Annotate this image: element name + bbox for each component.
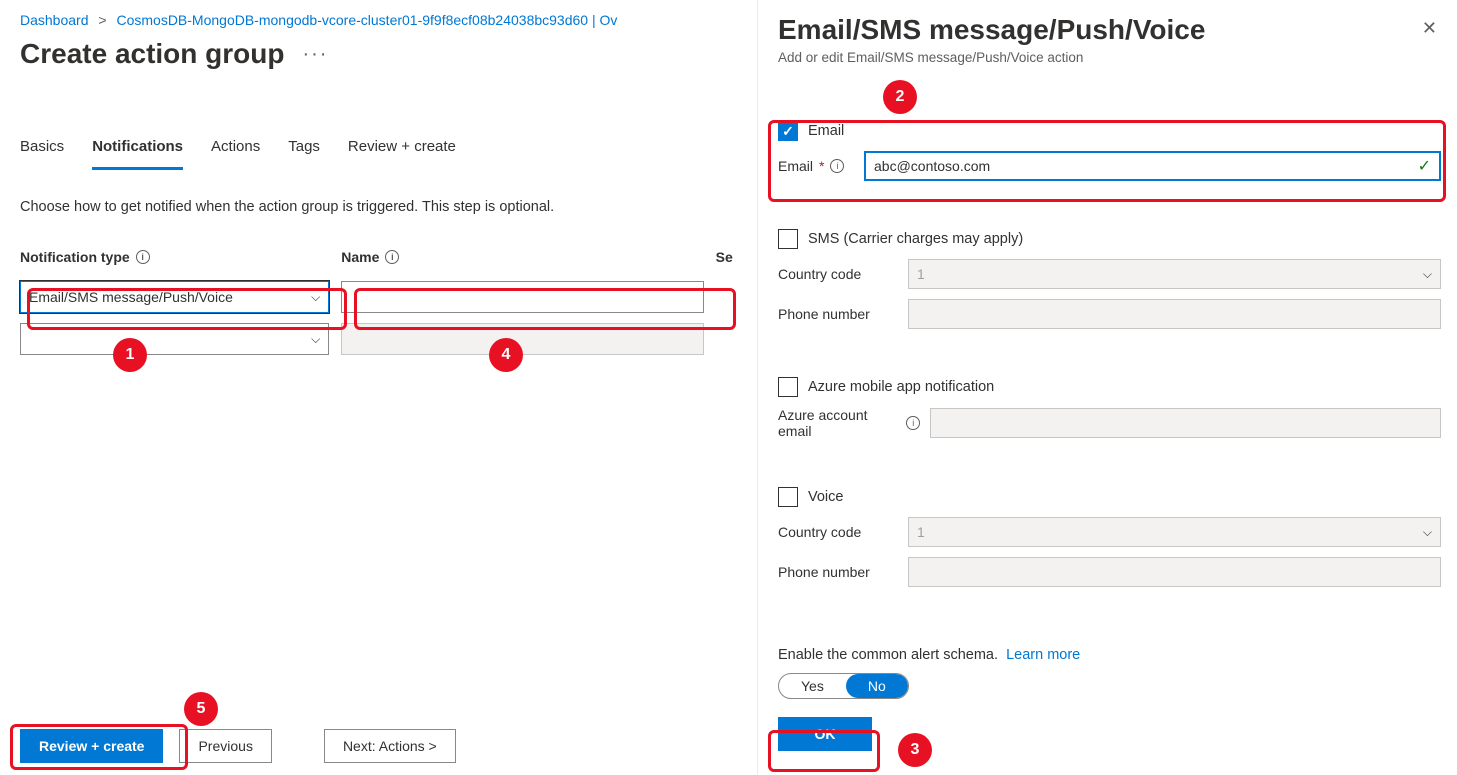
chevron-down-icon: ⌵ bbox=[1423, 267, 1432, 282]
notification-type-dropdown-2[interactable]: ⌵ bbox=[20, 323, 329, 355]
tab-tags[interactable]: Tags bbox=[288, 130, 320, 170]
schema-toggle[interactable]: Yes No bbox=[778, 673, 909, 699]
panel-title: Email/SMS message/Push/Voice bbox=[778, 14, 1205, 46]
breadcrumb-resource[interactable]: CosmosDB-MongoDB-mongodb-vcore-cluster01… bbox=[116, 12, 617, 28]
tab-review-create[interactable]: Review + create bbox=[348, 130, 456, 170]
tab-notifications[interactable]: Notifications bbox=[92, 130, 183, 170]
sms-phone-input bbox=[908, 299, 1441, 329]
push-checkbox-label: Azure mobile app notification bbox=[808, 379, 994, 395]
email-field-label: Email bbox=[778, 158, 813, 174]
schema-yes[interactable]: Yes bbox=[779, 674, 846, 698]
info-icon[interactable]: i bbox=[830, 159, 844, 173]
breadcrumb-separator: > bbox=[98, 12, 106, 28]
required-asterisk: * bbox=[819, 158, 824, 174]
breadcrumb: Dashboard > CosmosDB-MongoDB-mongodb-vco… bbox=[20, 12, 735, 28]
email-checkbox[interactable]: ✓ bbox=[778, 121, 798, 141]
notification-type-value: Email/SMS message/Push/Voice bbox=[29, 289, 233, 305]
email-input-value: abc@contoso.com bbox=[874, 158, 1412, 174]
page-title: Create action group bbox=[20, 38, 284, 70]
email-input[interactable]: abc@contoso.com ✓ bbox=[864, 151, 1441, 181]
wizard-footer: Review + create Previous Next: Actions > bbox=[20, 729, 456, 763]
sms-checkbox-label: SMS (Carrier charges may apply) bbox=[808, 231, 1023, 247]
close-icon[interactable]: ✕ bbox=[1418, 14, 1441, 43]
voice-checkbox[interactable] bbox=[778, 487, 798, 507]
voice-phone-label: Phone number bbox=[778, 564, 870, 580]
push-acct-label: Azure account email bbox=[778, 407, 900, 439]
push-acct-input bbox=[930, 408, 1441, 438]
review-create-button[interactable]: Review + create bbox=[20, 729, 163, 763]
chevron-down-icon: ⌵ bbox=[311, 332, 320, 347]
notification-type-label: Notification type i bbox=[20, 249, 329, 265]
name-label: Name i bbox=[341, 249, 703, 265]
breadcrumb-dashboard[interactable]: Dashboard bbox=[20, 12, 89, 28]
voice-cc-dropdown: 1 ⌵ bbox=[908, 517, 1441, 547]
schema-no[interactable]: No bbox=[846, 674, 908, 698]
email-checkbox-label: Email bbox=[808, 123, 844, 139]
tabs: Basics Notifications Actions Tags Review… bbox=[20, 130, 735, 171]
voice-cc-label: Country code bbox=[778, 524, 861, 540]
next-button[interactable]: Next: Actions > bbox=[324, 729, 456, 763]
info-icon[interactable]: i bbox=[136, 250, 150, 264]
main-pane: Dashboard > CosmosDB-MongoDB-mongodb-vco… bbox=[0, 0, 755, 775]
tab-basics[interactable]: Basics bbox=[20, 130, 64, 170]
sms-checkbox[interactable] bbox=[778, 229, 798, 249]
voice-checkbox-label: Voice bbox=[808, 489, 843, 505]
sms-cc-dropdown: 1 ⌵ bbox=[908, 259, 1441, 289]
name-input[interactable] bbox=[341, 281, 703, 313]
notification-type-dropdown[interactable]: Email/SMS message/Push/Voice ⌵ bbox=[20, 281, 329, 313]
side-panel: Email/SMS message/Push/Voice Add or edit… bbox=[757, 0, 1457, 775]
learn-more-link[interactable]: Learn more bbox=[1006, 647, 1080, 663]
alert-schema-text: Enable the common alert schema. bbox=[778, 647, 998, 663]
panel-subtitle: Add or edit Email/SMS message/Push/Voice… bbox=[778, 50, 1205, 65]
info-icon[interactable]: i bbox=[906, 416, 920, 430]
voice-phone-input bbox=[908, 557, 1441, 587]
tab-actions[interactable]: Actions bbox=[211, 130, 260, 170]
helper-text: Choose how to get notified when the acti… bbox=[20, 199, 735, 215]
sms-phone-label: Phone number bbox=[778, 306, 870, 322]
check-ok-icon: ✓ bbox=[1418, 156, 1431, 176]
info-icon[interactable]: i bbox=[385, 250, 399, 264]
push-checkbox[interactable] bbox=[778, 377, 798, 397]
sms-cc-label: Country code bbox=[778, 266, 861, 282]
previous-button[interactable]: Previous bbox=[179, 729, 271, 763]
selected-label: Se bbox=[716, 249, 735, 265]
name-input-2 bbox=[341, 323, 703, 355]
chevron-down-icon: ⌵ bbox=[1423, 525, 1432, 540]
chevron-down-icon: ⌵ bbox=[311, 290, 320, 305]
more-menu-icon[interactable]: ··· bbox=[302, 43, 328, 66]
ok-button[interactable]: OK bbox=[778, 717, 872, 751]
